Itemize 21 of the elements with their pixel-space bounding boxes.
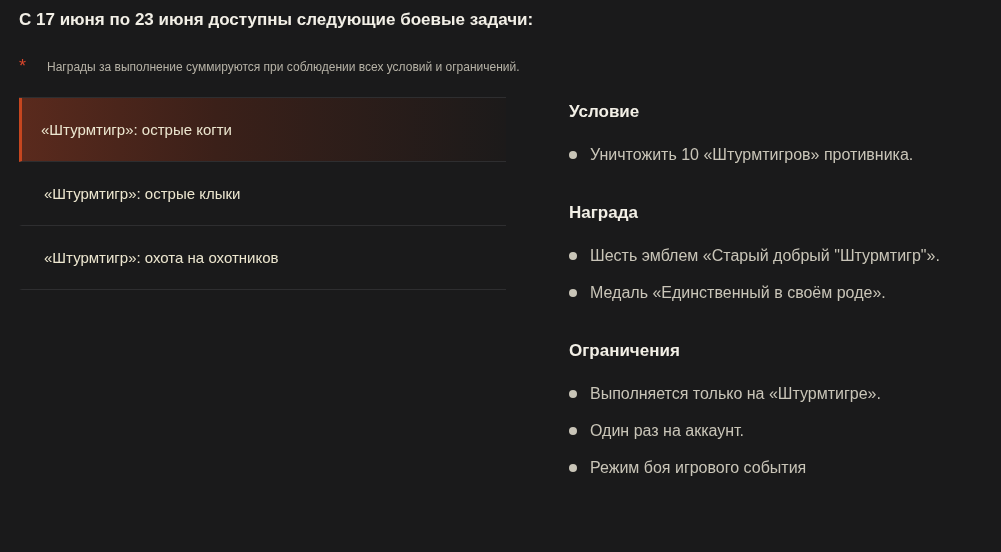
bullet-icon	[569, 389, 577, 398]
section-title: Ограничения	[569, 340, 681, 362]
asterisk-mark: *	[19, 56, 27, 77]
bullet-icon	[569, 426, 577, 435]
task-tab[interactable]: «Штурмтигр»: острые когти	[19, 98, 506, 162]
list-item-text: Медаль «Единственный в своём роде».	[590, 283, 886, 302]
page-heading: С 17 июня по 23 июня доступны следующие боевые задачи:	[19, 9, 535, 31]
section-title: Награда	[569, 202, 639, 224]
section-title: Условие	[569, 101, 641, 123]
list-item-text: Шесть эмблем «Старый добрый "Штурмтигр"».	[590, 246, 940, 265]
task-tab[interactable]: «Штурмтигр»: острые клыки	[19, 162, 506, 226]
list-item-text: Режим боя игрового события	[590, 458, 807, 477]
list-item-text: Один раз на аккаунт.	[590, 421, 745, 440]
list-item-text: Уничтожить 10 «Штурмтигров» противника.	[590, 145, 914, 164]
bullet-icon	[569, 463, 577, 472]
bullet-icon	[569, 150, 577, 159]
task-tab[interactable]: «Штурмтигр»: охота на охотников	[19, 226, 506, 290]
note-text: Награды за выполнение суммируются при соблюдении всех условий и ограничений.	[47, 59, 520, 74]
list-item-text: Выполняется только на «Штурмтигре».	[590, 384, 881, 403]
bullet-icon	[569, 251, 577, 260]
bullet-icon	[569, 288, 577, 297]
